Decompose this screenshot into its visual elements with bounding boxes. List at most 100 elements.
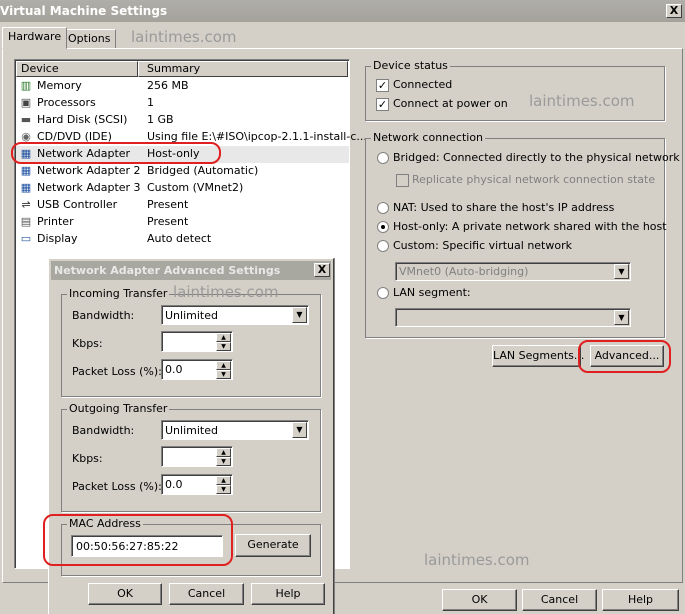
lan-segments-button[interactable]: LAN Segments...: [492, 345, 584, 367]
spin-down-icon[interactable]: ▼: [216, 457, 231, 466]
advanced-cancel-button[interactable]: Cancel: [169, 583, 244, 605]
spin-down-icon[interactable]: ▼: [216, 342, 231, 351]
bridged-label: Bridged: Connected directly to the physi…: [393, 151, 680, 164]
window-close-button[interactable]: X: [666, 4, 682, 18]
spin-up-icon[interactable]: ▲: [216, 361, 231, 370]
incoming-bandwidth-select[interactable]: Unlimited ▼: [161, 305, 309, 325]
device-row-cd-dvd[interactable]: ◉ CD/DVD (IDE) Using file E:\#ISO\ipcop-…: [16, 129, 367, 146]
close-icon: X: [669, 4, 679, 17]
column-header-device[interactable]: Device: [16, 61, 138, 77]
advanced-dialog-titlebar: Network Adapter Advanced Settings: [51, 261, 331, 280]
mac-address-title: MAC Address: [67, 517, 143, 530]
chevron-down-icon: ▼: [292, 422, 307, 438]
column-header-summary[interactable]: Summary: [138, 61, 348, 77]
device-row-network-adapter-3[interactable]: ▦ Network Adapter 3 Custom (VMnet2): [16, 180, 349, 197]
advanced-dialog-title: Network Adapter Advanced Settings: [54, 264, 281, 277]
incoming-packet-loss-label: Packet Loss (%):: [72, 365, 162, 378]
device-summary: Bridged (Automatic): [147, 164, 259, 177]
outgoing-kbps-input[interactable]: ▲ ▼: [161, 446, 233, 467]
device-name: Processors: [37, 96, 96, 109]
device-summary: Present: [147, 215, 189, 228]
spin-up-icon[interactable]: ▲: [216, 333, 231, 342]
mac-address-input[interactable]: 00:50:56:27:85:22: [71, 535, 223, 557]
bridged-radio[interactable]: [377, 152, 389, 164]
connect-at-power-on-checkbox[interactable]: ✓: [376, 98, 389, 111]
device-row-hard-disk[interactable]: ▬ Hard Disk (SCSI) 1 GB: [16, 112, 349, 129]
device-row-printer[interactable]: ▤ Printer Present: [16, 214, 349, 231]
device-name: Network Adapter 2: [37, 164, 141, 177]
watermark-text: laintimes.com: [131, 28, 237, 46]
advanced-button[interactable]: Advanced...: [590, 345, 664, 367]
lan-segment-label: LAN segment:: [393, 286, 471, 299]
spin-down-icon[interactable]: ▼: [216, 485, 231, 494]
device-summary: Using file E:\#ISO\ipcop-2.1.1-install-c…: [147, 130, 367, 143]
device-row-network-adapter-2[interactable]: ▦ Network Adapter 2 Bridged (Automatic): [16, 163, 349, 180]
outgoing-packet-loss-input[interactable]: 0.0 ▲ ▼: [161, 474, 233, 495]
cd-icon: ◉: [21, 130, 31, 143]
chevron-down-icon: ▼: [614, 264, 629, 279]
help-button[interactable]: Help: [602, 589, 679, 611]
lan-segment-radio[interactable]: [377, 287, 389, 299]
advanced-help-button[interactable]: Help: [251, 583, 325, 605]
watermark-text: laintimes.com: [424, 551, 530, 569]
chevron-down-icon: ▼: [292, 307, 307, 323]
connected-checkbox[interactable]: ✓: [376, 79, 389, 92]
custom-radio[interactable]: [377, 240, 389, 252]
spin-up-icon[interactable]: ▲: [216, 448, 231, 457]
device-name: Network Adapter: [37, 147, 131, 160]
device-list-header: Device Summary: [16, 61, 348, 77]
device-row-usb-controller[interactable]: ⇌ USB Controller Present: [16, 197, 349, 214]
cancel-button[interactable]: Cancel: [522, 589, 597, 611]
spin-down-icon[interactable]: ▼: [216, 370, 231, 379]
lan-segment-select[interactable]: ▼: [395, 308, 631, 327]
check-icon: ✓: [377, 98, 388, 111]
generate-button[interactable]: Generate: [235, 534, 311, 557]
watermark-text: laintimes.com: [529, 92, 635, 110]
device-status-title: Device status: [371, 59, 450, 72]
incoming-transfer-title: Incoming Transfer: [67, 287, 170, 300]
advanced-dialog-close-button[interactable]: X: [314, 263, 330, 277]
check-icon: ✓: [377, 79, 388, 92]
ok-button[interactable]: OK: [442, 589, 517, 611]
usb-icon: ⇌: [21, 198, 31, 211]
network-icon: ▦: [20, 181, 32, 194]
host-only-radio[interactable]: [377, 221, 389, 233]
tab-hardware[interactable]: Hardware: [2, 27, 68, 49]
device-summary: Auto detect: [147, 232, 212, 245]
spin-up-icon[interactable]: ▲: [216, 476, 231, 485]
tab-hardware-label: Hardware: [8, 30, 62, 43]
watermark-text: laintimes.com: [173, 283, 279, 301]
incoming-kbps-input[interactable]: ▲ ▼: [161, 331, 233, 352]
replicate-checkbox[interactable]: [396, 174, 409, 187]
tab-options-label: Options: [68, 32, 111, 45]
printer-icon: ▤: [20, 215, 32, 228]
custom-network-value: VMnet0 (Auto-bridging): [399, 265, 529, 278]
outgoing-packet-loss-label: Packet Loss (%):: [72, 480, 162, 493]
device-name: Network Adapter 3: [37, 181, 141, 194]
device-row-processors[interactable]: ▣ Processors 1: [16, 95, 349, 112]
nat-radio[interactable]: [377, 202, 389, 214]
advanced-ok-button[interactable]: OK: [88, 583, 162, 605]
device-row-network-adapter[interactable]: ▦ Network Adapter Host-only: [16, 146, 349, 163]
incoming-packet-loss-input[interactable]: 0.0 ▲ ▼: [161, 359, 233, 380]
device-summary: 256 MB: [147, 79, 189, 92]
device-summary: Present: [147, 198, 189, 211]
tab-options[interactable]: Options: [62, 29, 117, 49]
display-icon: ▭: [20, 232, 32, 245]
connect-at-power-on-label: Connect at power on: [393, 97, 508, 110]
device-row-memory[interactable]: ▥ Memory 256 MB: [16, 78, 349, 95]
mac-address-value: 00:50:56:27:85:22: [76, 540, 179, 553]
device-summary: 1: [147, 96, 154, 109]
network-icon: ▦: [20, 147, 32, 160]
processor-icon: ▣: [20, 96, 32, 109]
outgoing-packet-loss-value: 0.0: [165, 478, 183, 491]
device-row-display[interactable]: ▭ Display Auto detect: [16, 231, 349, 248]
outgoing-transfer-title: Outgoing Transfer: [67, 402, 170, 415]
device-name: CD/DVD (IDE): [37, 130, 112, 143]
custom-network-select[interactable]: VMnet0 (Auto-bridging) ▼: [395, 262, 631, 281]
device-name: Display: [37, 232, 78, 245]
window-titlebar: Virtual Machine Settings: [0, 0, 685, 22]
outgoing-bandwidth-select[interactable]: Unlimited ▼: [161, 420, 309, 440]
memory-icon: ▥: [20, 79, 32, 92]
custom-label: Custom: Specific virtual network: [393, 239, 572, 252]
